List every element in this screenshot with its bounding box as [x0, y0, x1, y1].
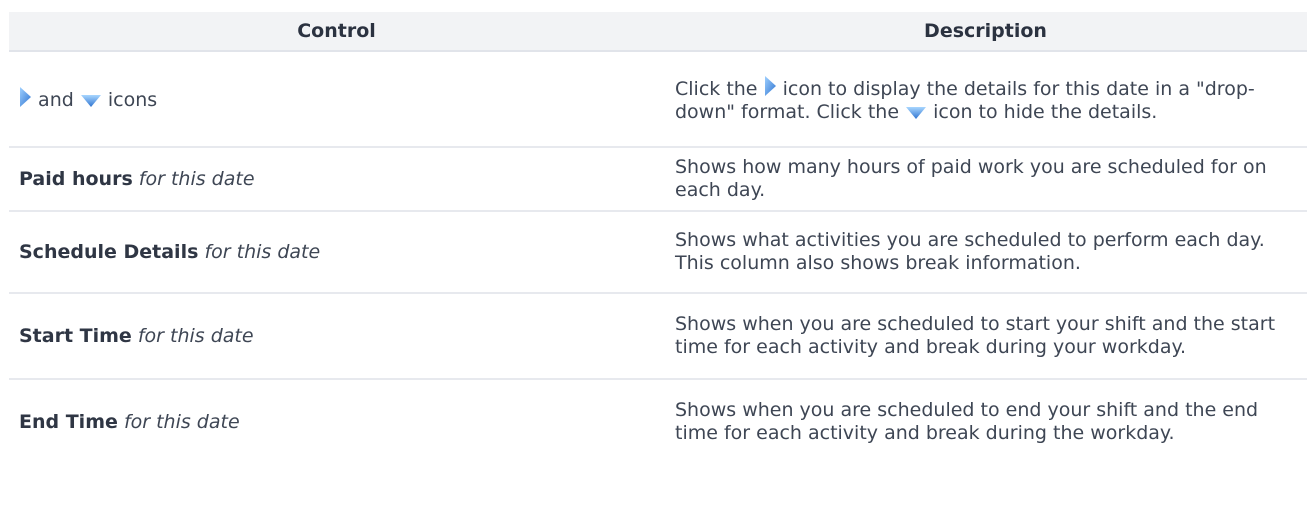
table-row: Paid hours for this date Shows how many …	[9, 146, 1307, 211]
control-name: Schedule Details	[19, 240, 199, 263]
description-cell: Shows when you are scheduled to end your…	[664, 378, 1307, 464]
control-cell: Paid hours for this date	[9, 146, 664, 211]
expand-arrow-icon	[764, 75, 777, 97]
expand-arrow-icon	[19, 86, 32, 108]
description-cell: Click the icon to display the details fo…	[664, 51, 1307, 147]
control-qualifier: for this date	[123, 410, 240, 433]
control-name: End Time	[19, 410, 118, 433]
control-cell: and icons	[9, 51, 664, 147]
controls-table: Control Description and icons Click the …	[9, 12, 1307, 464]
table-header-row: Control Description	[9, 12, 1307, 52]
header-control: Control	[9, 12, 664, 52]
header-description: Description	[664, 12, 1307, 52]
collapse-arrow-icon	[905, 106, 927, 120]
control-name: Start Time	[19, 324, 132, 347]
control-cell: Schedule Details for this date	[9, 210, 664, 293]
description-cell: Shows how many hours of paid work you ar…	[664, 146, 1307, 211]
control-cell: End Time for this date	[9, 378, 664, 464]
control-qualifier: for this date	[204, 240, 321, 263]
table-row: Schedule Details for this date Shows wha…	[9, 210, 1307, 293]
control-and-text: and	[38, 89, 74, 111]
control-icons-text: icons	[107, 89, 158, 111]
control-cell: Start Time for this date	[9, 292, 664, 379]
table-row-icons: and icons Click the icon to display the …	[9, 51, 1307, 147]
description-text-3: icon to hide the details.	[933, 100, 1158, 123]
control-qualifier: for this date	[138, 167, 255, 190]
table-row: Start Time for this date Shows when you …	[9, 292, 1307, 379]
control-qualifier: for this date	[137, 324, 254, 347]
table-row: End Time for this date Shows when you ar…	[9, 378, 1307, 464]
description-cell: Shows when you are scheduled to start yo…	[664, 292, 1307, 379]
collapse-arrow-icon	[80, 94, 102, 108]
control-name: Paid hours	[19, 167, 133, 190]
description-cell: Shows what activities you are scheduled …	[664, 210, 1307, 293]
description-text-1: Click the	[675, 77, 758, 100]
